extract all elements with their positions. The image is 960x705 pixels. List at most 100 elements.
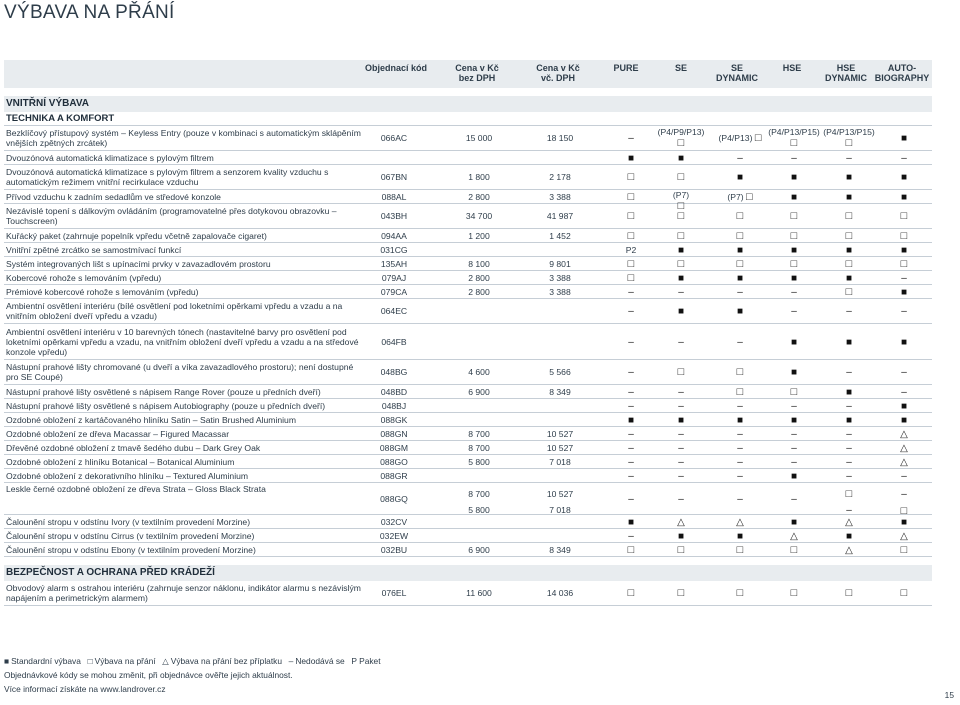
model-availability-4: [764, 231, 824, 241]
table-row: Nástupní prahové lišty chromované (u dve…: [4, 360, 932, 385]
model-availability-4: [764, 172, 824, 183]
not-available-icon: [678, 457, 684, 467]
order-code: 088GR: [380, 470, 408, 481]
standard-icon: [791, 337, 797, 347]
order-code: 064FB: [381, 336, 407, 347]
table-row: Nástupní prahové lišty osvětlené s nápis…: [4, 399, 932, 413]
not-available-icon: [901, 387, 907, 397]
option-icon: [737, 211, 744, 221]
not-available-icon: [737, 153, 743, 163]
not-available-icon: [628, 429, 634, 439]
model-availability-3: [709, 401, 771, 412]
model-availability-6: [874, 415, 934, 426]
not-available-icon: [791, 153, 797, 163]
option-icon: [678, 138, 685, 148]
price-inc-vat: 41 987: [546, 211, 574, 221]
model-availability-6: [874, 443, 934, 454]
standard-icon: [791, 192, 797, 202]
standard-icon: [846, 273, 852, 283]
order-code: 135AH: [380, 258, 408, 269]
table-row: Čalounění stropu v odstínu Ebony (v text…: [4, 543, 932, 557]
standard-icon: [901, 415, 907, 425]
not-available-icon: [791, 494, 797, 504]
row-description: Kobercové rohože s lemováním (vpředu): [6, 272, 162, 283]
not-available-icon: [901, 306, 907, 316]
package-code: (P7): [727, 191, 744, 202]
price-inc-vat: 9 801: [549, 258, 571, 269]
table-row: Ozdobné obložení ze dřeva Macassar – Fig…: [4, 427, 932, 441]
standard-icon: [737, 245, 743, 255]
price-ex-vat: 5 800: [468, 456, 490, 467]
standard-icon: [678, 306, 684, 316]
table-row: Dřevěné ozdobné obložení z tmavě šedého …: [4, 441, 932, 455]
model-availability-6: [874, 287, 934, 298]
not-available-icon: [791, 401, 797, 411]
option-icon: [628, 545, 635, 555]
not-available-icon: [678, 471, 684, 481]
model-availability-4: [764, 367, 824, 378]
option-icon: [678, 588, 685, 598]
option-icon: [737, 387, 744, 397]
not-available-icon: [737, 471, 743, 481]
col-hse: HSE: [782, 63, 802, 73]
not-available-icon: [678, 494, 684, 504]
option-icon: [846, 259, 853, 269]
not-available-icon: [901, 367, 907, 377]
option-icon: [678, 367, 685, 377]
model-availability-4: [764, 531, 824, 542]
model-availability-4: [764, 494, 824, 505]
model-availability-6: [874, 429, 934, 440]
model-availability-3: [709, 231, 771, 241]
standard-icon: [846, 245, 852, 255]
col-se: SE: [674, 63, 687, 73]
order-code: 048BD: [380, 386, 408, 397]
na-icon: –: [288, 656, 294, 666]
row-description: Systém integrovaných lišt s upínacími pr…: [6, 258, 271, 269]
table-row: Kobercové rohože s lemováním (vpředu) 079…: [4, 271, 932, 285]
model-availability-5: [819, 192, 879, 203]
order-code: 032EW: [379, 530, 409, 541]
standard-icon: [901, 172, 907, 182]
price-ex-vat: 2 800: [468, 272, 490, 283]
model-availability-2: [652, 531, 710, 542]
option-icon: [901, 588, 908, 598]
price-ex-vat: 4 600: [468, 367, 490, 377]
not-available-icon: [628, 133, 634, 143]
model-availability-6: [874, 259, 934, 269]
order-code: 079AJ: [381, 272, 407, 283]
option-icon: [846, 588, 853, 598]
standard-icon: [678, 273, 684, 283]
model-availability-3: [709, 306, 771, 317]
table-row: Nástupní prahové lišty osvětlené s nápis…: [4, 385, 932, 399]
not-available-icon: [846, 457, 852, 467]
option-icon: [737, 545, 744, 555]
option-icon: [628, 211, 635, 221]
standard-icon: [737, 531, 743, 541]
option-icon: [791, 211, 798, 221]
model-availability-3: [709, 172, 771, 183]
model-availability-2: [652, 231, 710, 241]
model-availability-4: [764, 429, 824, 440]
model-availability-5: [819, 415, 879, 426]
row-description: Nástupní prahové lišty osvětlené s nápis…: [6, 400, 326, 411]
option-icon: [791, 138, 798, 148]
model-availability-3: [709, 153, 771, 164]
table-row: Ozdobné obložení z hliníku Botanical – B…: [4, 455, 932, 469]
standard-icon: [737, 415, 743, 425]
subsection-tech: TECHNIKA A KOMFORT: [4, 112, 932, 126]
model-availability-2: [652, 306, 710, 317]
price-ex-vat: 1 800: [468, 172, 490, 182]
not-available-icon: [737, 287, 743, 297]
legend-pkg: P Paket: [351, 656, 381, 666]
option-icon: [791, 259, 798, 269]
option-extra-icon: [845, 517, 853, 527]
model-availability-2: [652, 401, 710, 412]
model-availability-4: [764, 443, 824, 454]
model-availability-5: [819, 429, 879, 440]
standard-icon: [791, 273, 797, 283]
price-inc-vat: 3 388: [549, 191, 571, 202]
not-available-icon: [678, 387, 684, 397]
row-description: Ozdobné obložení z dekorativního hliníku…: [6, 470, 249, 481]
standard-icon: [791, 471, 797, 481]
not-available-icon: [901, 489, 907, 499]
